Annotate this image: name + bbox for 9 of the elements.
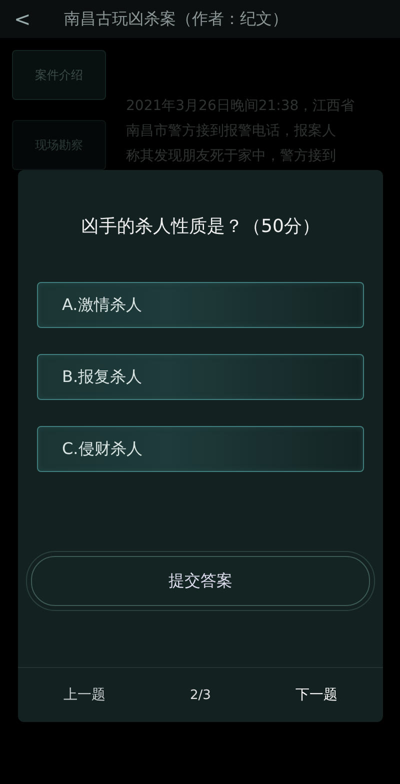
previous-button[interactable]: 上一题 [57,685,112,705]
answer-option[interactable]: A.激情杀人 [37,282,364,328]
next-button[interactable]: 下一题 [290,685,344,705]
page-title: 南昌古玩凶杀案（作者：纪文） [64,8,288,30]
question-text: 凶手的杀人性质是？（50分） [81,215,320,238]
answer-option[interactable]: C.侵财杀人 [37,426,364,472]
page-counter: 2/3 [190,688,211,702]
back-button[interactable]: < [0,7,44,31]
answer-option[interactable]: B.报复杀人 [37,354,364,400]
